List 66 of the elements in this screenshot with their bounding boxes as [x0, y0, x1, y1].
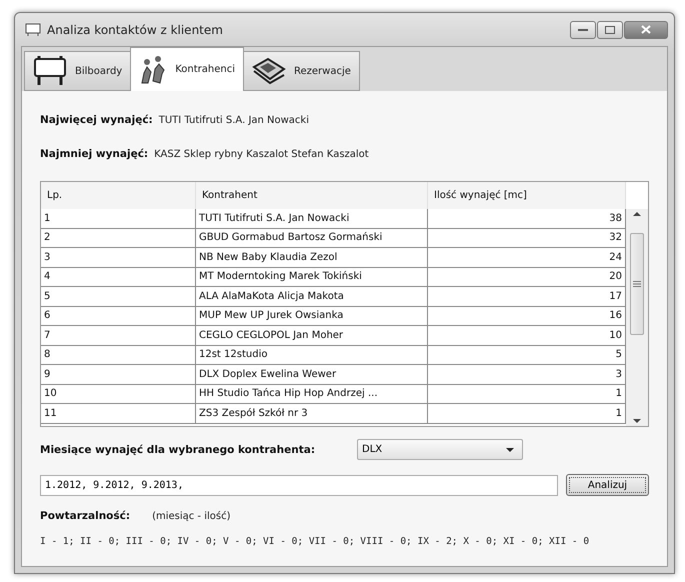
table-cell: 7 [41, 326, 196, 346]
table-cell: DLX Doplex Ewelina Wewer [196, 365, 428, 384]
scroll-up-icon[interactable] [633, 211, 641, 216]
column-header[interactable]: Kontrahent [196, 182, 428, 209]
table-cell: 4 [41, 268, 196, 287]
tab[interactable]: Rezerwacje [243, 51, 360, 91]
book-icon [252, 57, 286, 85]
table-cell: 1 [428, 404, 626, 424]
table-cell: GBUD Gormabud Bartosz Gormański [196, 228, 428, 248]
months-input-field[interactable]: 1.2012, 9.2012, 9.2013, [40, 474, 558, 496]
billboard-icon [33, 56, 67, 86]
window-title: Analiza kontaktów z klientem [47, 22, 224, 36]
table-cell: 5 [428, 346, 626, 365]
repeat-result: I - 1; II - 0; III - 0; IV - 0; V - 0; VI - 0; VII - 0; VIII - 0; IX - 2; X - 0; XI - 0; XII - 0 [40, 536, 590, 547]
table-cell: 17 [428, 287, 626, 306]
contractor-dropdown[interactable]: DLX [357, 439, 524, 460]
table-cell: 8 [41, 346, 196, 365]
scrollbar[interactable] [626, 209, 648, 426]
scrollbar-thumb[interactable] [630, 233, 644, 335]
table-cell: 2 [41, 228, 196, 248]
table-cell: 20 [428, 268, 626, 287]
table-cell: ALA AlaMaKota Alicja Makota [196, 287, 428, 306]
close-icon [641, 25, 651, 34]
table-cell: 12st 12studio [196, 346, 428, 365]
scroll-down-icon[interactable] [633, 419, 641, 424]
table-cell: 11 [41, 404, 196, 424]
maximize-button[interactable] [597, 20, 623, 38]
minimize-button[interactable] [570, 20, 596, 38]
table-cell: 1 [428, 384, 626, 404]
column-header[interactable]: Ilość wynajęć [mc] [428, 182, 626, 209]
repeat-hint: (miesiąc - ilość) [152, 510, 230, 522]
table-cell: 24 [428, 248, 626, 268]
table-cell: CEGLO CEGLOPOL Jan Moher [196, 326, 428, 346]
table-cell: 3 [428, 365, 626, 384]
table-cell: 1 [41, 209, 196, 228]
table-cell: NB New Baby Klaudia Zezol [196, 248, 428, 268]
column-header[interactable]: Lp. [41, 182, 196, 209]
caret-icon [506, 448, 514, 452]
table-cell: MT Moderntoking Marek Tokiński [196, 268, 428, 287]
table-cell: 32 [428, 228, 626, 248]
table-cell: 6 [41, 306, 196, 326]
repeat-label: Powtarzalność: [40, 510, 130, 522]
info-value: TUTI Tutifruti S.A. Jan Nowacki [158, 114, 310, 126]
table-cell: 38 [428, 209, 626, 228]
table-cell: 16 [428, 306, 626, 326]
table-cell: ZS3 Zespół Szkół nr 3 [196, 404, 428, 424]
window-app-icon [25, 22, 41, 36]
table-cell: 10 [41, 384, 196, 404]
table-cell: MUP Mew UP Jurek Owsianka [196, 306, 428, 326]
table-cell: 5 [41, 287, 196, 306]
people-icon [139, 54, 168, 84]
info-value: KASZ Sklep rybny Kaszalot Stefan Kaszalot [154, 148, 369, 160]
table-cell: TUTI Tutifruti S.A. Jan Nowacki [196, 209, 428, 228]
table-cell: 9 [41, 365, 196, 384]
tab[interactable]: Bilboardy [24, 51, 132, 91]
table-cell: 3 [41, 248, 196, 268]
minimize-icon [578, 28, 588, 32]
analyze-button[interactable]: Analizuj [566, 474, 649, 496]
close-button[interactable] [624, 20, 668, 38]
info-label: Najmniej wynajęć: [40, 148, 148, 160]
maximize-icon [605, 26, 615, 34]
tab[interactable]: Kontrahenci [130, 47, 244, 91]
contractor-label: Miesiące wynajęć dla wybranego kontrahenta: [40, 444, 316, 456]
info-label: Najwięcej wynajęć: [40, 114, 153, 126]
table-cell: HH Studio Tańca Hip Hop Andrzej ... [196, 384, 428, 404]
table-cell: 10 [428, 326, 626, 346]
